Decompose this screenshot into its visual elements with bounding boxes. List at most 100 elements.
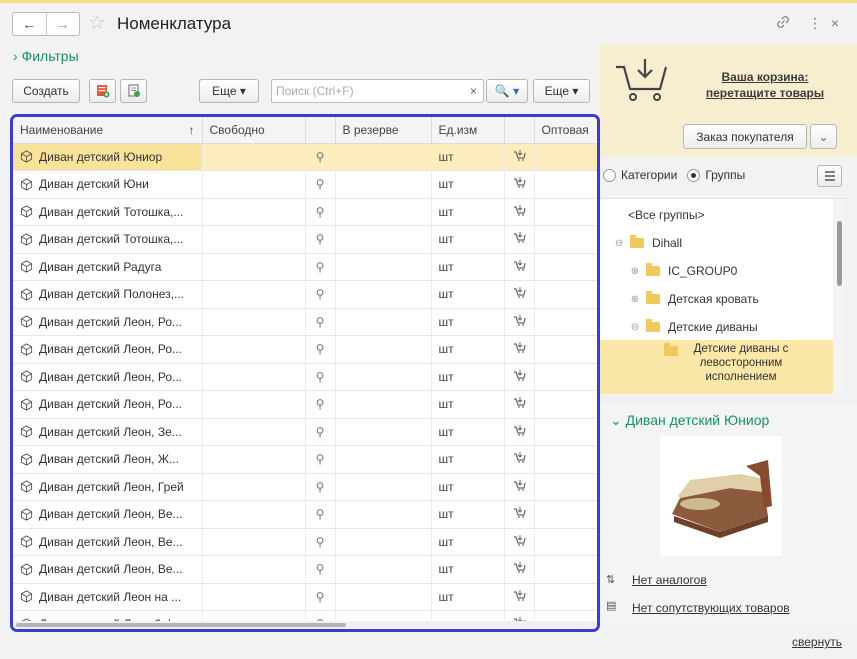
magnifier-icon[interactable]: ⚲ bbox=[316, 287, 325, 301]
cell-wholesale[interactable] bbox=[534, 418, 597, 446]
cell-reserve[interactable] bbox=[335, 253, 432, 281]
magnifier-icon[interactable]: ⚲ bbox=[316, 177, 325, 191]
magnifier-icon[interactable]: ⚲ bbox=[316, 452, 325, 466]
cell-free[interactable] bbox=[202, 555, 306, 584]
add-to-cart-icon[interactable] bbox=[513, 397, 526, 409]
magnifier-icon[interactable]: ⚲ bbox=[316, 232, 325, 246]
magnifier-icon[interactable]: ⚲ bbox=[316, 370, 325, 384]
cell-free[interactable] bbox=[202, 363, 306, 391]
cell-name[interactable]: Диван детский Леон, Ве... bbox=[13, 555, 203, 584]
tree-item-all[interactable]: <Все группы> bbox=[600, 201, 833, 229]
cell-wholesale[interactable] bbox=[534, 225, 597, 254]
add-to-cart-icon[interactable] bbox=[513, 259, 526, 271]
cell-reserve[interactable] bbox=[335, 225, 432, 254]
cell-reserve[interactable] bbox=[335, 308, 432, 336]
collapse-icon[interactable]: ⊖ bbox=[612, 238, 626, 249]
cell-wholesale[interactable] bbox=[534, 445, 597, 474]
table-row[interactable]: Диван детский Леон, Грей ⚲ шт bbox=[13, 473, 597, 501]
cell-reserve[interactable] bbox=[335, 390, 432, 419]
forward-button[interactable]: → bbox=[45, 13, 80, 35]
magnifier-icon[interactable]: ⚲ bbox=[316, 535, 325, 549]
table-row[interactable]: Диван детский Леон, Ве... ⚲ шт bbox=[13, 528, 597, 556]
cell-reserve[interactable] bbox=[335, 198, 432, 226]
cell-free[interactable] bbox=[202, 473, 306, 501]
cell-free[interactable] bbox=[202, 170, 306, 199]
cell-unit[interactable]: шт bbox=[431, 418, 505, 446]
cell-reserve[interactable] bbox=[335, 170, 432, 199]
add-to-cart-icon[interactable] bbox=[513, 534, 526, 546]
cell-lookup[interactable]: ⚲ bbox=[305, 500, 336, 529]
cell-lookup[interactable]: ⚲ bbox=[305, 280, 336, 309]
table-row[interactable]: Диван детский Леон, Ве... ⚲ шт bbox=[13, 500, 597, 529]
cell-name[interactable]: Диван детский Леон на ... bbox=[13, 583, 203, 611]
magnifier-icon[interactable]: ⚲ bbox=[316, 507, 325, 521]
cell-wholesale[interactable] bbox=[534, 363, 597, 391]
cell-lookup[interactable]: ⚲ bbox=[305, 170, 336, 199]
cell-unit[interactable]: шт bbox=[431, 473, 505, 501]
cell-lookup[interactable]: ⚲ bbox=[305, 418, 336, 446]
cell-reserve[interactable] bbox=[335, 555, 432, 584]
cell-unit[interactable]: шт bbox=[431, 390, 505, 419]
cell-cart[interactable] bbox=[504, 143, 535, 171]
table-row[interactable]: Диван детский Леон, Ро... ⚲ шт bbox=[13, 335, 597, 364]
table-row[interactable]: Диван детский Тотошка,... ⚲ шт bbox=[13, 198, 597, 226]
cell-wholesale[interactable] bbox=[534, 555, 597, 584]
expand-icon[interactable]: ⊕ bbox=[628, 266, 642, 277]
cell-cart[interactable] bbox=[504, 500, 535, 529]
scroll-thumb[interactable] bbox=[16, 623, 346, 627]
cell-wholesale[interactable] bbox=[534, 583, 597, 611]
cell-cart[interactable] bbox=[504, 583, 535, 611]
collapse-icon[interactable]: ⊖ bbox=[628, 322, 642, 333]
radio-groups[interactable] bbox=[687, 168, 701, 182]
tree-item-left-sofas[interactable]: Детские диваны с левосторонним исполнени… bbox=[600, 342, 833, 392]
cell-free[interactable] bbox=[202, 143, 306, 171]
tree-item-dihall[interactable]: ⊖ Dihall bbox=[600, 229, 833, 257]
cell-wholesale[interactable] bbox=[534, 390, 597, 419]
cell-cart[interactable] bbox=[504, 308, 535, 336]
cell-reserve[interactable] bbox=[335, 583, 432, 611]
more-menu-button-2[interactable]: Еще ▾ bbox=[533, 79, 590, 103]
scroll-thumb[interactable] bbox=[837, 221, 842, 286]
magnifier-icon[interactable]: ⚲ bbox=[316, 480, 325, 494]
cell-free[interactable] bbox=[202, 198, 306, 226]
cell-lookup[interactable]: ⚲ bbox=[305, 335, 336, 364]
expand-icon[interactable]: ⊕ bbox=[628, 294, 642, 305]
more-menu-button[interactable]: Еще ▾ bbox=[199, 79, 259, 103]
search-input[interactable] bbox=[272, 80, 452, 102]
add-to-cart-icon[interactable] bbox=[513, 452, 526, 464]
cell-cart[interactable] bbox=[504, 555, 535, 584]
cell-cart[interactable] bbox=[504, 445, 535, 474]
magnifier-icon[interactable]: ⚲ bbox=[316, 150, 325, 164]
order-dropdown-button[interactable]: ⌄ bbox=[810, 124, 837, 149]
customer-order-button[interactable]: Заказ покупателя bbox=[683, 124, 807, 149]
cell-reserve[interactable] bbox=[335, 528, 432, 556]
cell-name[interactable]: Диван детский Юни bbox=[13, 170, 203, 199]
cell-cart[interactable] bbox=[504, 170, 535, 199]
table-row[interactable]: Диван детский Леон, Ж... ⚲ шт bbox=[13, 445, 597, 474]
cell-wholesale[interactable] bbox=[534, 280, 597, 309]
cell-unit[interactable]: шт bbox=[431, 528, 505, 556]
table-row[interactable]: Диван детский Леон, Ро... ⚲ шт bbox=[13, 363, 597, 391]
list-settings-icon[interactable] bbox=[817, 165, 842, 187]
cell-name[interactable]: Диван детский Радуга bbox=[13, 253, 203, 281]
cell-name[interactable]: Диван детский Леон, Ро... bbox=[13, 308, 203, 336]
cell-name[interactable]: Диван детский Юниор bbox=[13, 143, 203, 171]
cell-wholesale[interactable] bbox=[534, 500, 597, 529]
cell-unit[interactable]: шт bbox=[431, 583, 505, 611]
cell-name[interactable]: Диван детский Тотошка,... bbox=[13, 198, 203, 226]
table-row[interactable]: Диван детский Юниор ⚲ шт bbox=[13, 143, 597, 171]
table-row[interactable]: Диван детский Леон, Ро... ⚲ шт bbox=[13, 390, 597, 419]
cell-wholesale[interactable] bbox=[534, 143, 597, 171]
cell-cart[interactable] bbox=[504, 335, 535, 364]
cell-unit[interactable]: шт bbox=[431, 253, 505, 281]
cell-name[interactable]: Диван детский Леон, Зе... bbox=[13, 418, 203, 446]
add-to-cart-icon[interactable] bbox=[513, 369, 526, 381]
back-button[interactable]: ← bbox=[13, 13, 46, 35]
cell-free[interactable] bbox=[202, 418, 306, 446]
search-button[interactable]: 🔍 ▾ bbox=[486, 79, 528, 103]
cell-lookup[interactable]: ⚲ bbox=[305, 445, 336, 474]
collapse-link[interactable]: свернуть bbox=[792, 635, 842, 649]
magnifier-icon[interactable]: ⚲ bbox=[316, 397, 325, 411]
add-to-cart-icon[interactable] bbox=[513, 507, 526, 519]
cell-name[interactable]: Диван детский Леон, Ве... bbox=[13, 528, 203, 556]
